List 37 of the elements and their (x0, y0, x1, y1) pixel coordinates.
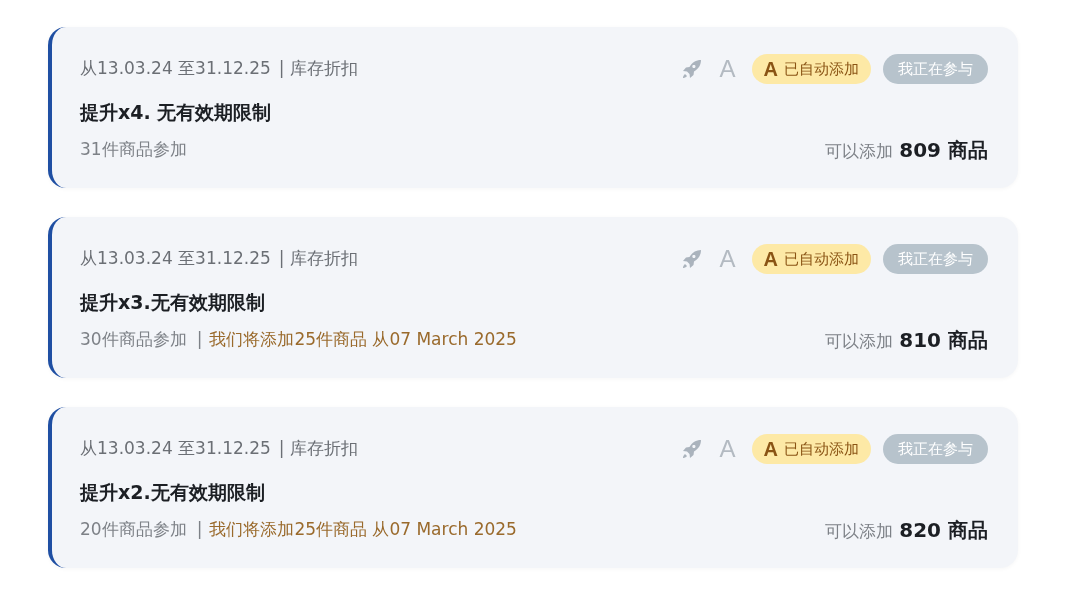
badge-letter: A (763, 57, 778, 82)
available-label: 可以添加 (825, 330, 894, 353)
participants-count: 30件商品参加 (80, 328, 187, 352)
available-count: 809 商品 (899, 137, 988, 164)
separator: | (278, 437, 285, 461)
date-range: 从13.03.24 至31.12.25 (80, 247, 271, 271)
letter-a-icon: A (719, 57, 736, 81)
category-label: 库存折扣 (289, 57, 358, 81)
badge-letter: A (763, 437, 778, 462)
date-range: 从13.03.24 至31.12.25 (80, 57, 271, 81)
separator: | (278, 247, 285, 271)
participating-button[interactable]: 我正在参与 (883, 244, 988, 274)
separator: | (278, 57, 285, 81)
badge-label: 已自动添加 (784, 438, 859, 460)
badge-label: 已自动添加 (784, 58, 859, 80)
category-label: 库存折扣 (289, 437, 358, 461)
promo-title: 提升x2.无有效期限制 (80, 480, 266, 505)
participating-button[interactable]: 我正在参与 (883, 54, 988, 84)
category-label: 库存折扣 (289, 247, 358, 271)
available-label: 可以添加 (825, 520, 894, 543)
letter-a-icon: A (719, 247, 736, 271)
badge-label: 已自动添加 (784, 248, 859, 270)
separator: | (196, 518, 203, 542)
participants-count: 31件商品参加 (80, 138, 187, 162)
available-count: 810 商品 (899, 327, 988, 354)
badge-letter: A (763, 247, 778, 272)
schedule-notice: 我们将添加25件商品 从07 March 2025 (209, 328, 517, 352)
promo-title: 提升x4. 无有效期限制 (80, 100, 273, 125)
participating-button[interactable]: 我正在参与 (883, 434, 988, 464)
letter-a-icon: A (719, 437, 736, 461)
available-label: 可以添加 (825, 140, 894, 163)
separator: | (196, 328, 203, 352)
promo-title: 提升x3.无有效期限制 (80, 290, 266, 315)
available-count: 820 商品 (899, 517, 988, 544)
date-range: 从13.03.24 至31.12.25 (80, 437, 271, 461)
schedule-notice: 我们将添加25件商品 从07 March 2025 (209, 518, 517, 542)
participants-count: 20件商品参加 (80, 518, 187, 542)
